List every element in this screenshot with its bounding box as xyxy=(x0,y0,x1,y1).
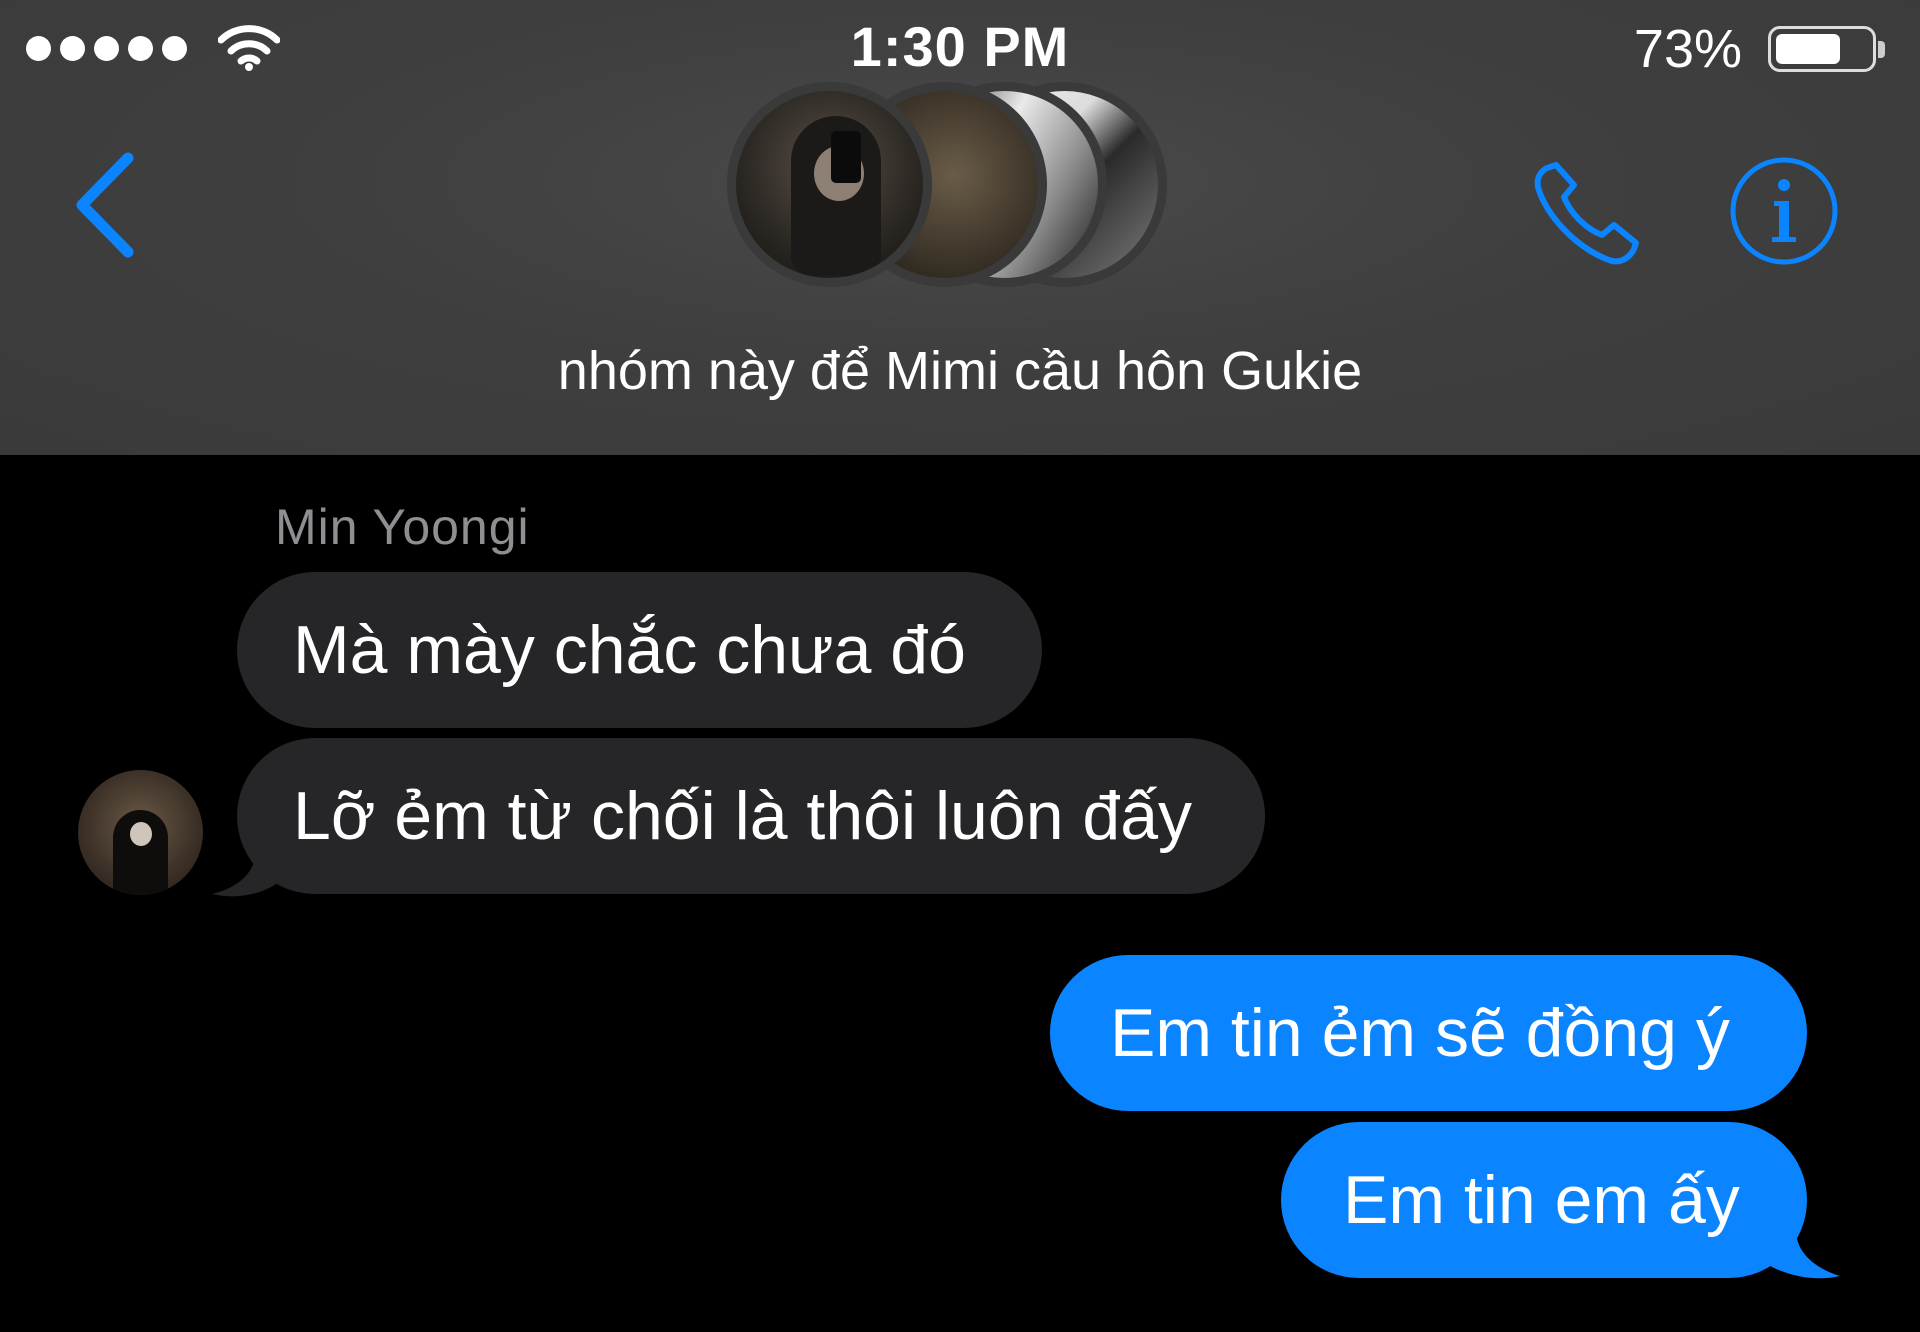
incoming-message-bubble[interactable]: Lỡ ẻm từ chối là thôi luôn đấy xyxy=(237,738,1265,894)
battery-icon xyxy=(1768,26,1885,72)
incoming-message-bubble[interactable]: Mà mày chắc chưa đó xyxy=(237,572,1042,728)
bubble-tail xyxy=(212,850,282,897)
battery-percentage: 73% xyxy=(1633,19,1742,79)
group-member-avatar xyxy=(727,82,932,287)
group-avatar-stack[interactable] xyxy=(727,82,1197,302)
outgoing-message-bubble[interactable]: Em tin em ấy xyxy=(1281,1122,1807,1278)
info-icon[interactable] xyxy=(1728,155,1840,267)
message-sender-name: Min Yoongi xyxy=(275,499,530,555)
status-time: 1:30 PM xyxy=(850,15,1070,78)
phone-icon[interactable] xyxy=(1530,155,1645,270)
conversation-header: 1:30 PM 73% nhóm này để Mimi cầu hôn Guk… xyxy=(0,0,1920,455)
sender-avatar[interactable] xyxy=(78,770,203,895)
back-chevron-icon[interactable] xyxy=(70,150,140,260)
outgoing-message-bubble[interactable]: Em tin ẻm sẽ đồng ý xyxy=(1050,955,1807,1111)
bubble-tail xyxy=(1760,1230,1840,1279)
group-name[interactable]: nhóm này để Mimi cầu hôn Gukie xyxy=(0,340,1920,402)
